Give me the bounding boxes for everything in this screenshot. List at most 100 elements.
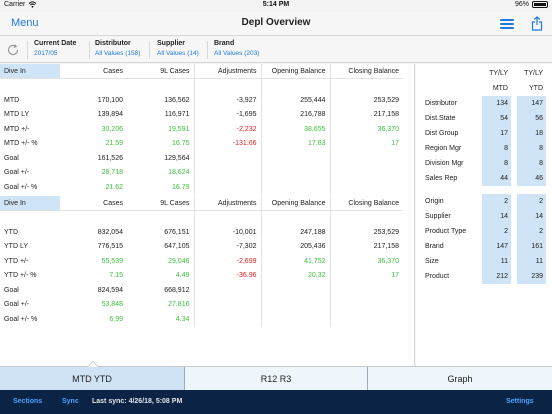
ty-ly-table-accounts: TY/LY TY/LY MTD YTD Distributor 134 147 Dist.St… (422, 66, 546, 186)
table-row: MTD LY 139,894 116,971 -1,695 216,788 217,158 (0, 107, 403, 122)
row-label: YTD +/- % (4, 272, 37, 280)
mtd-value: 212 (482, 269, 511, 284)
list-item[interactable]: Supplier 14 14 (422, 209, 546, 224)
mtd-value: 8 (482, 156, 511, 171)
filter-value: 2017/05 (34, 50, 58, 57)
ytd-value: 239 (517, 269, 546, 284)
column-header: Closing Balance (329, 196, 403, 211)
table-cell (193, 151, 261, 166)
list-item[interactable]: Brand 147 161 (422, 239, 546, 254)
filter-distributor[interactable]: Distributor All Values (158) (95, 40, 140, 57)
column-header: Adjustments (193, 196, 261, 211)
list-item[interactable]: Dist.State 54 56 (422, 111, 546, 126)
row-label: Size (425, 258, 439, 265)
row-label: Sales Rep (425, 175, 458, 182)
column-header: Adjustments (193, 64, 261, 79)
table-cell (193, 283, 261, 298)
table-cell: -1,695 (193, 107, 261, 122)
table-cell: 139,894 (97, 111, 123, 119)
table-cell: 18,624 (168, 169, 190, 177)
table-cell: 27,816 (168, 301, 190, 309)
sections-button[interactable]: Sections (13, 398, 42, 405)
ytd-value: 18 (517, 126, 546, 141)
mtd-value: 147 (482, 239, 511, 254)
status-bar: Carrier 5:14 PM 96% (0, 0, 552, 12)
table-cell (260, 151, 330, 166)
list-item[interactable]: Region Mgr 8 8 (422, 141, 546, 156)
ytd-value: 2 (517, 224, 546, 239)
ytd-value: 147 (517, 96, 546, 111)
row-label: Goal +/- (4, 301, 30, 309)
row-label: Region Mgr (425, 145, 462, 152)
row-label: Product (425, 273, 450, 280)
row-label: Origin (425, 198, 444, 205)
table-cell: 170,100 (97, 96, 123, 104)
row-label: YTD LY (4, 243, 28, 251)
filter-label: Current Date (34, 40, 77, 47)
dive-in-button[interactable]: Dive In (0, 64, 60, 79)
list-icon[interactable] (500, 19, 514, 29)
table-cell: 36,370 (329, 122, 403, 137)
filter-brand[interactable]: Brand All Values (203) (214, 40, 259, 57)
battery-icon (532, 1, 548, 8)
clock: 5:14 PM (262, 1, 290, 8)
table-cell: 116,971 (164, 111, 190, 119)
tab-r12-r3[interactable]: R12 R3 (185, 367, 368, 391)
ytd-value: 11 (517, 254, 546, 269)
column-header: Cases (60, 64, 127, 79)
tab-mtd-ytd[interactable]: MTD YTD (0, 367, 185, 391)
table-cell: 17 (329, 268, 403, 283)
filter-supplier[interactable]: Supplier All Values (14) (157, 40, 199, 57)
list-item[interactable]: Distributor 134 147 (422, 96, 546, 111)
table-cell: 17 (329, 136, 403, 151)
table-cell: 161,526 (97, 154, 123, 162)
row-label: Goal +/- % (4, 183, 38, 191)
table-cell: 21.62 (105, 183, 123, 191)
table-cell: -3,927 (193, 93, 261, 108)
table-cell: 16.75 (171, 140, 190, 148)
column-header: Cases (60, 196, 127, 211)
filter-current-date[interactable]: Current Date 2017/05 (34, 40, 76, 57)
row-label: MTD (4, 96, 20, 104)
table-cell: 41,752 (260, 254, 330, 269)
table-cell (260, 312, 330, 327)
table-cell: 824,594 (97, 286, 123, 294)
row-label: Brand (425, 243, 444, 250)
list-item[interactable]: Product Type 2 2 (422, 224, 546, 239)
list-item[interactable]: Sales Rep 44 46 (422, 171, 546, 186)
row-label: Division Mgr (425, 160, 464, 167)
table-cell: 832,054 (97, 228, 123, 236)
table-cell: 776,515 (97, 243, 123, 251)
table-cell: 247,188 (260, 225, 330, 240)
table-row: YTD 832,054 676,151 -10,001 247,188 253,529 (0, 225, 403, 240)
share-icon[interactable] (531, 16, 543, 31)
refresh-icon[interactable] (6, 43, 20, 57)
table-cell: 38,655 (260, 122, 330, 137)
list-item[interactable]: Size 11 11 (422, 254, 546, 269)
list-item[interactable]: Division Mgr 8 8 (422, 156, 546, 171)
row-label: MTD +/- % (4, 140, 38, 148)
filter-label: Supplier (157, 40, 186, 47)
tab-graph[interactable]: Graph (368, 367, 552, 391)
table-cell (329, 297, 403, 312)
table-cell: -2,699 (193, 254, 261, 269)
table-cell: 29,046 (168, 257, 190, 265)
table-cell: 217,158 (329, 107, 403, 122)
settings-button[interactable]: Settings (506, 398, 534, 405)
table-row: YTD LY 776,515 647,105 -7,302 205,436 217,158 (0, 239, 403, 254)
table-cell (329, 283, 403, 298)
list-item[interactable]: Origin 2 2 (422, 194, 546, 209)
list-item[interactable]: Dist Group 17 18 (422, 126, 546, 141)
battery-indicator: 96% (515, 1, 548, 8)
sync-button[interactable]: Sync (62, 398, 79, 405)
table-cell: -36.96 (193, 268, 261, 283)
dive-in-button[interactable]: Dive In (0, 196, 60, 211)
table-cell (260, 165, 330, 180)
table-cell (260, 180, 330, 195)
table-cell (260, 283, 330, 298)
row-label: Distributor (425, 100, 457, 107)
column-header: YTD (517, 81, 546, 96)
table-row: Goal +/- % 6.99 4.34 (0, 312, 403, 327)
list-item[interactable]: Product 212 239 (422, 269, 546, 284)
row-label: MTD +/- (4, 125, 30, 133)
